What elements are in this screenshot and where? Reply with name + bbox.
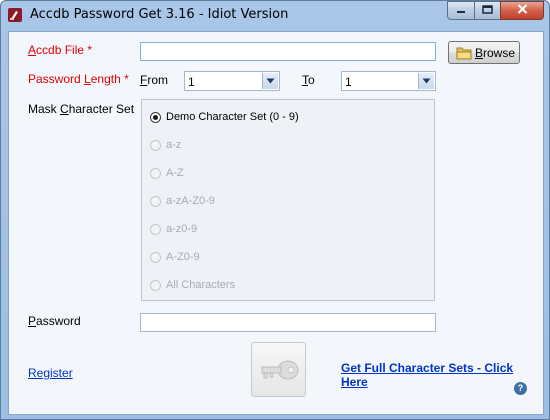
radio-alphanumeric-mixed[interactable]: a-zA-Z0-9 (150, 194, 215, 208)
accdb-file-input[interactable] (140, 42, 436, 61)
help-icon[interactable]: ? (514, 382, 527, 395)
minimize-icon (456, 5, 466, 17)
close-button[interactable] (500, 1, 544, 20)
password-length-label-mnemonic: L (84, 72, 91, 86)
radio-label: A-Z0-9 (166, 251, 200, 263)
from-select[interactable]: 1 (184, 71, 280, 91)
radio-label: a-z0-9 (166, 223, 198, 235)
password-length-label-text: ength * (90, 72, 129, 86)
minimize-button[interactable] (447, 1, 474, 20)
browse-button[interactable]: Browse (448, 41, 520, 64)
radio-label: All Characters (166, 279, 236, 291)
from-label-text: rom (147, 73, 169, 87)
mask-character-set-label: Mask Character Set (28, 102, 134, 116)
from-select-value: 1 (188, 75, 195, 89)
password-label-text: assword (36, 314, 81, 328)
radio-indicator (150, 251, 161, 263)
key-icon (259, 358, 299, 385)
chevron-down-icon[interactable] (262, 73, 278, 89)
folder-icon (456, 46, 472, 63)
browse-label-mnemonic: B (475, 46, 484, 60)
maximize-icon (482, 4, 493, 17)
password-label: Password (28, 314, 81, 328)
character-set-group: Demo Character Set (0 - 9) a-z A-Z a-zA-… (141, 99, 435, 301)
title-bar[interactable]: Accdb Password Get 3.16 - Idiot Version (1, 1, 549, 31)
radio-demo-charset[interactable]: Demo Character Set (0 - 9) (150, 110, 299, 124)
password-label-mnemonic: P (28, 314, 37, 328)
mask-label-text: haracter Set (68, 102, 135, 116)
radio-label: a-z (166, 139, 182, 151)
app-icon (7, 7, 23, 23)
password-length-label-prefix: Password (28, 72, 85, 86)
radio-indicator (150, 111, 161, 123)
to-label: To (302, 73, 315, 87)
radio-indicator (150, 167, 161, 179)
app-window: Accdb Password Get 3.16 - Idiot Version … (0, 0, 550, 420)
start-button[interactable] (251, 342, 306, 397)
window-controls (447, 1, 544, 21)
browse-label: Browse (475, 46, 515, 60)
accdb-file-label-text: ccdb File * (36, 43, 93, 57)
radio-label: Demo Character Set (0 - 9) (166, 111, 299, 123)
password-output[interactable] (140, 313, 436, 332)
radio-indicator (150, 195, 161, 207)
client-area: Accdb File * Browse Password Length * Fr… (8, 31, 544, 415)
register-link[interactable]: Register (28, 366, 73, 380)
to-select-value: 1 (345, 75, 352, 89)
window-title: Accdb Password Get 3.16 - Idiot Version (30, 7, 289, 22)
full-character-sets-link[interactable]: Get Full Character Sets - Click Here (341, 361, 543, 389)
radio-indicator (150, 223, 161, 235)
close-icon (517, 4, 528, 17)
radio-upper-alphanumeric[interactable]: A-Z0-9 (150, 250, 200, 264)
mask-label-prefix: Mask (28, 102, 61, 116)
radio-indicator (150, 279, 161, 291)
from-label: From (140, 73, 168, 87)
chevron-down-icon[interactable] (418, 73, 434, 89)
radio-all-characters[interactable]: All Characters (150, 278, 235, 292)
radio-upper-a-z[interactable]: A-Z (150, 166, 184, 180)
radio-label: a-zA-Z0-9 (166, 195, 215, 207)
accdb-file-label: Accdb File * (28, 43, 92, 57)
radio-label: A-Z (166, 167, 184, 179)
to-select[interactable]: 1 (341, 71, 436, 91)
accdb-file-label-mnemonic: A (28, 43, 37, 57)
maximize-button[interactable] (474, 1, 500, 20)
radio-lower-alphanumeric[interactable]: a-z0-9 (150, 222, 197, 236)
mask-label-mnemonic: C (60, 102, 69, 116)
to-label-text: o (308, 73, 315, 87)
browse-label-text: rowse (483, 46, 516, 60)
radio-indicator (150, 139, 161, 151)
password-length-label: Password Length * (28, 72, 129, 86)
radio-a-z[interactable]: a-z (150, 138, 181, 152)
